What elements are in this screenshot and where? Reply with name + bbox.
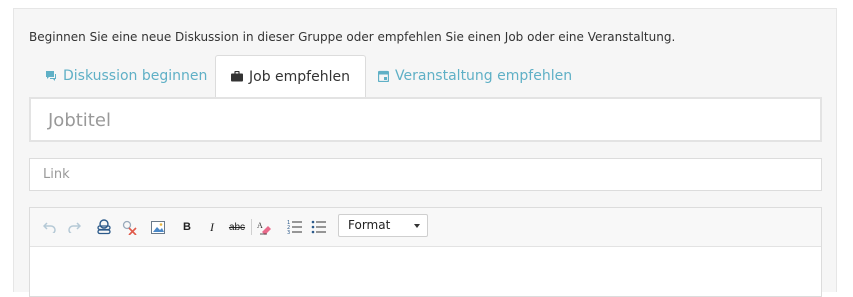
- undo-icon[interactable]: [42, 218, 58, 236]
- bold-button[interactable]: B: [180, 218, 194, 236]
- briefcase-icon: [231, 71, 243, 82]
- italic-button[interactable]: I: [205, 218, 219, 236]
- job-title-input[interactable]: Jobtitel: [29, 97, 822, 142]
- unlink-icon[interactable]: [120, 218, 138, 236]
- calendar-icon: [378, 70, 389, 82]
- format-dropdown-label: Format: [348, 218, 391, 232]
- tab-event[interactable]: Veranstaltung empfehlen: [378, 55, 572, 97]
- tab-discussion-label: Diskussion beginnen: [63, 68, 208, 84]
- editor-toolbar: B I abc A 123 Format: [30, 208, 821, 247]
- format-dropdown[interactable]: Format: [338, 214, 428, 237]
- svg-text:A: A: [257, 221, 263, 230]
- image-icon[interactable]: [150, 218, 166, 236]
- tab-job-label: Job empfehlen: [249, 68, 350, 85]
- rich-text-editor[interactable]: B I abc A 123 Format: [29, 207, 822, 297]
- numbered-list-icon[interactable]: 123: [286, 218, 304, 236]
- strikethrough-button[interactable]: abc: [227, 218, 247, 236]
- tab-discussion[interactable]: Diskussion beginnen: [45, 55, 207, 97]
- remove-format-icon[interactable]: A: [256, 218, 274, 236]
- chevron-down-icon: [414, 224, 420, 228]
- chat-icon: [46, 71, 56, 81]
- toolbar-divider: [251, 219, 252, 235]
- intro-text: Beginnen Sie eine neue Diskussion in die…: [29, 30, 676, 44]
- link-icon[interactable]: [95, 218, 113, 236]
- bulleted-list-icon[interactable]: [310, 218, 328, 236]
- redo-icon[interactable]: [66, 218, 82, 236]
- post-type-tabs: Diskussion beginnen Job empfehlen Verans…: [29, 55, 821, 98]
- tab-job[interactable]: Job empfehlen: [215, 55, 366, 98]
- link-input[interactable]: Link: [29, 158, 822, 191]
- tab-event-label: Veranstaltung empfehlen: [395, 68, 573, 84]
- svg-text:3: 3: [287, 230, 290, 235]
